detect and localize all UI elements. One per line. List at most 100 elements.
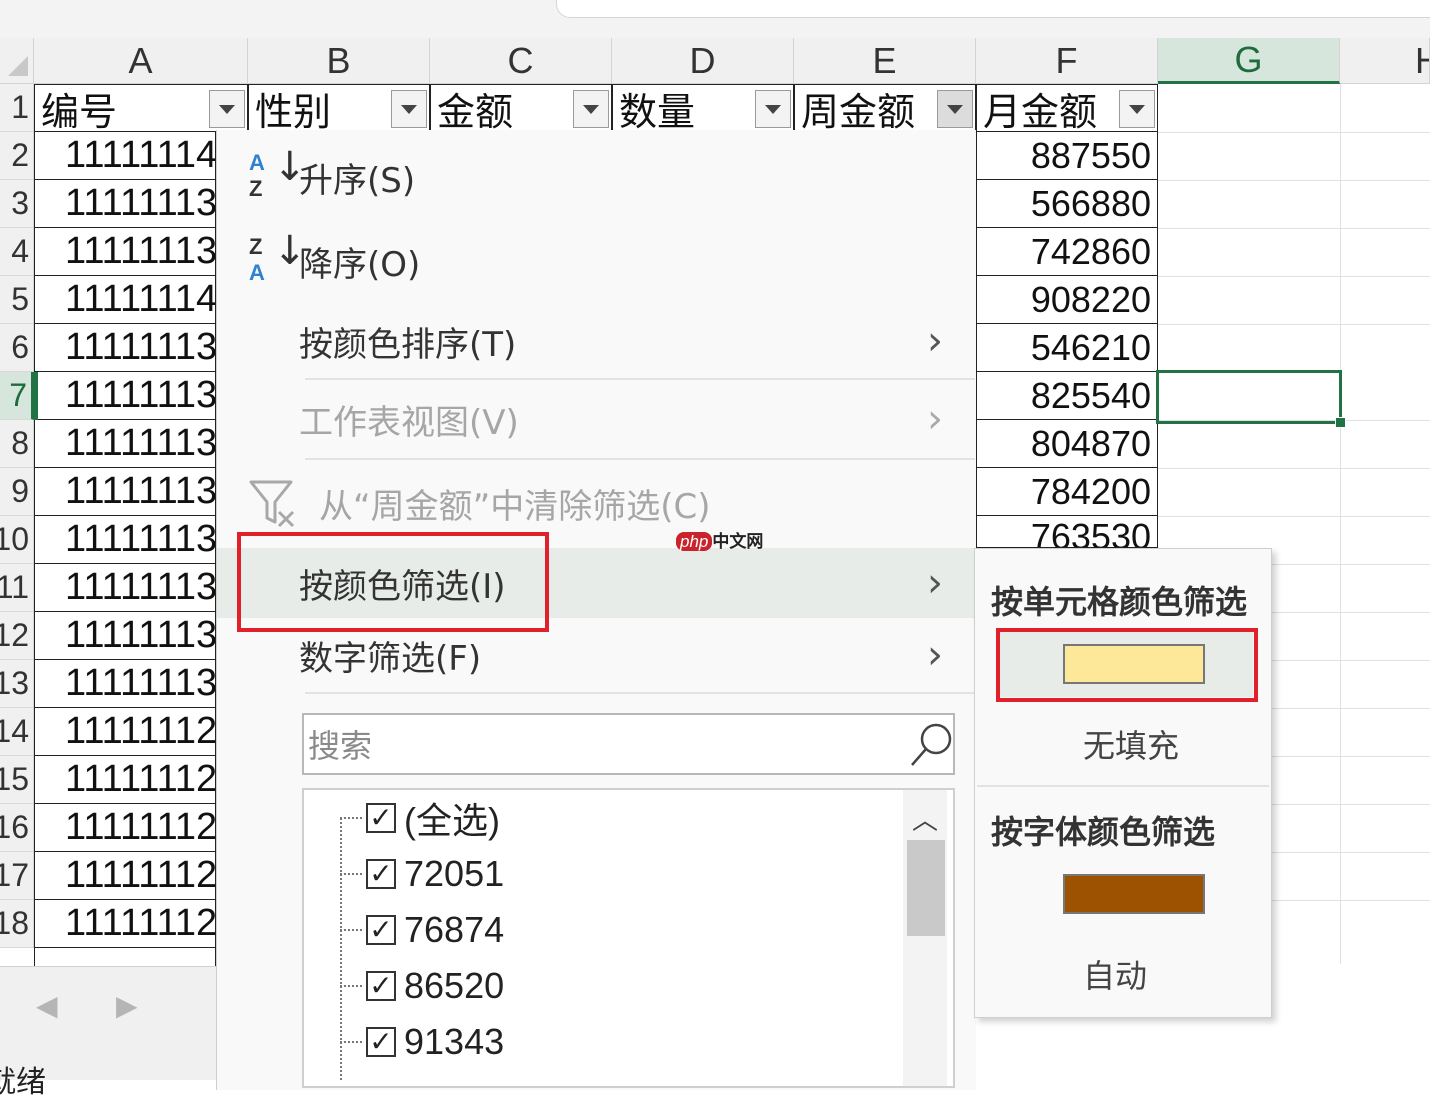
header-cell-quantity[interactable]: 数量: [612, 84, 794, 134]
formula-input[interactable]: [556, 0, 1430, 18]
column-header-f[interactable]: F: [976, 38, 1158, 84]
row-header[interactable]: 15: [0, 756, 34, 804]
cell-a[interactable]: 11111113: [34, 420, 216, 468]
row-header[interactable]: 3: [0, 180, 34, 228]
header-cell-amount[interactable]: 金额: [430, 84, 612, 134]
cell-a-partial[interactable]: [34, 948, 216, 968]
row-header[interactable]: 7: [0, 372, 34, 420]
row-header[interactable]: 11: [0, 564, 34, 612]
auto-color-option[interactable]: 自动: [1083, 951, 1147, 997]
column-header-a[interactable]: A: [34, 38, 248, 84]
menu-item-sort-ascending[interactable]: A Z ↓ 升序(S): [217, 142, 975, 212]
list-item[interactable]: ✓ 86520: [340, 958, 504, 1014]
filter-dropdown-button[interactable]: [209, 90, 245, 128]
cell-f[interactable]: 763530: [976, 516, 1158, 548]
select-all-triangle-icon: [8, 56, 28, 76]
row-number: 8: [11, 425, 29, 461]
gridline: [1272, 660, 1430, 661]
no-fill-option[interactable]: 无填充: [1083, 721, 1179, 767]
next-sheet-icon[interactable]: ▶: [116, 989, 138, 1022]
cell-a[interactable]: 11111112: [34, 852, 216, 900]
column-header-g[interactable]: G: [1158, 38, 1340, 84]
cell-a[interactable]: 11111113: [34, 612, 216, 660]
cell-f[interactable]: 566880: [976, 180, 1158, 228]
scroll-up-icon[interactable]: ︿: [912, 800, 938, 837]
cell-a[interactable]: 11111114: [34, 132, 216, 180]
header-cell-monthly-amount[interactable]: 月金额: [976, 84, 1158, 134]
filter-dropdown-button[interactable]: [391, 90, 427, 128]
column-header-b[interactable]: B: [248, 38, 430, 84]
row-header[interactable]: 6: [0, 324, 34, 372]
active-cell-g7[interactable]: [1156, 370, 1342, 424]
row-header[interactable]: 2: [0, 132, 34, 180]
column-header-h[interactable]: H: [1340, 38, 1430, 84]
row-header[interactable]: 13: [0, 660, 34, 708]
checkbox-checked[interactable]: ✓: [366, 803, 396, 833]
column-header-c[interactable]: C: [430, 38, 612, 84]
cell-f[interactable]: 742860: [976, 228, 1158, 276]
search-input[interactable]: 搜索: [302, 713, 955, 775]
list-item[interactable]: ✓ 91343: [340, 1014, 504, 1070]
scrollbar-thumb[interactable]: [907, 840, 945, 936]
row-header[interactable]: 5: [0, 276, 34, 324]
menu-item-sort-descending[interactable]: Z A ↓ 降序(O): [217, 226, 975, 296]
cell-a[interactable]: 11111113: [34, 564, 216, 612]
menu-item-sort-by-color[interactable]: 按颜色排序(T) ›: [217, 306, 975, 376]
row-header[interactable]: 17: [0, 852, 34, 900]
cell-a[interactable]: 11111113: [34, 372, 216, 420]
cell-f[interactable]: 804870: [976, 420, 1158, 468]
menu-item-sheet-view[interactable]: 工作表视图(V) ›: [217, 384, 975, 454]
header-cell-weekly-amount[interactable]: 周金额: [794, 84, 976, 134]
row-header[interactable]: 16: [0, 804, 34, 852]
row-header[interactable]: 8: [0, 420, 34, 468]
cell-f[interactable]: 546210: [976, 324, 1158, 372]
cell-a[interactable]: 11111113: [34, 660, 216, 708]
list-item[interactable]: ✓ 76874: [340, 902, 504, 958]
menu-item-clear-filter[interactable]: 从“周金额”中清除筛选(C): [217, 468, 975, 538]
font-color-swatch-brown[interactable]: [1063, 874, 1205, 914]
row-header[interactable]: 10: [0, 516, 34, 564]
filter-dropdown-button-active[interactable]: [937, 90, 973, 128]
checkbox-checked[interactable]: ✓: [366, 971, 396, 1001]
column-header-d[interactable]: D: [612, 38, 794, 84]
column-header-e[interactable]: E: [794, 38, 976, 84]
cell-f[interactable]: 887550: [976, 132, 1158, 180]
header-cell-id[interactable]: 编号: [34, 84, 248, 134]
cell-a[interactable]: 11111112: [34, 708, 216, 756]
list-item[interactable]: ✓ 72051: [340, 846, 504, 902]
cell-f[interactable]: 825540: [976, 372, 1158, 420]
checkbox-checked[interactable]: ✓: [366, 1027, 396, 1057]
cell-a[interactable]: 11111112: [34, 804, 216, 852]
gridline: [1158, 228, 1430, 229]
gridline: [1272, 756, 1430, 757]
chevron-right-icon: ›: [927, 396, 943, 442]
prev-sheet-icon[interactable]: ◀: [36, 989, 58, 1022]
checkbox-checked[interactable]: ✓: [366, 915, 396, 945]
cell-a[interactable]: 11111112: [34, 900, 216, 948]
row-header[interactable]: 14: [0, 708, 34, 756]
row-number: 12: [0, 617, 29, 653]
filter-dropdown-button[interactable]: [1119, 90, 1155, 128]
cell-a[interactable]: 11111113: [34, 516, 216, 564]
cell-a[interactable]: 11111113: [34, 180, 216, 228]
row-header[interactable]: 12: [0, 612, 34, 660]
filter-dropdown-button[interactable]: [573, 90, 609, 128]
checkbox-checked[interactable]: ✓: [366, 859, 396, 889]
fill-handle[interactable]: [1335, 417, 1346, 428]
list-item-select-all[interactable]: ✓ (全选): [340, 790, 500, 846]
row-header[interactable]: 18: [0, 900, 34, 948]
cell-a[interactable]: 11111113: [34, 324, 216, 372]
header-cell-gender[interactable]: 性别: [248, 84, 430, 134]
row-header[interactable]: 1: [0, 84, 34, 132]
cell-a[interactable]: 11111113: [34, 228, 216, 276]
cell-f[interactable]: 908220: [976, 276, 1158, 324]
list-item-label: (全选): [404, 800, 500, 841]
row-header[interactable]: 9: [0, 468, 34, 516]
cell-a[interactable]: 11111112: [34, 756, 216, 804]
menu-item-label: 工作表视图(V): [299, 402, 519, 443]
cell-f[interactable]: 784200: [976, 468, 1158, 516]
filter-dropdown-button[interactable]: [755, 90, 791, 128]
row-header[interactable]: 4: [0, 228, 34, 276]
cell-a[interactable]: 11111113: [34, 468, 216, 516]
cell-a[interactable]: 11111114: [34, 276, 216, 324]
